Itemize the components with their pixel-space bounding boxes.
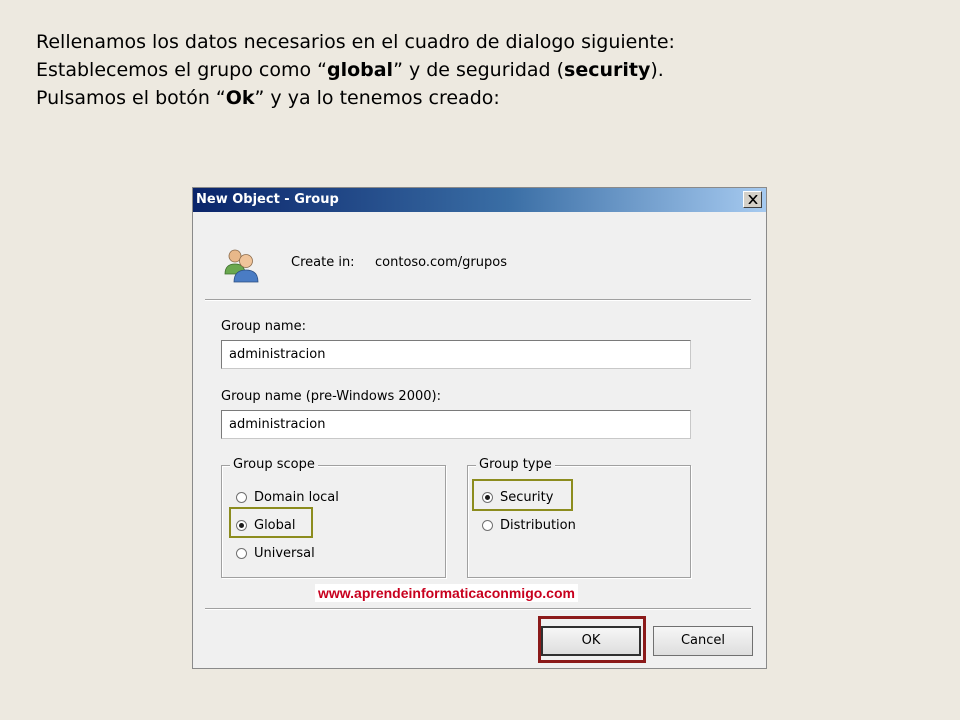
close-button[interactable]	[743, 191, 762, 208]
group-scope-legend: Group scope	[230, 456, 318, 474]
emphasis-security: security	[564, 59, 651, 81]
group-name-label: Group name:	[221, 319, 306, 334]
separator-top	[205, 299, 751, 301]
radio-distribution[interactable]: Distribution	[482, 518, 576, 533]
emphasis-global: global	[326, 59, 394, 81]
dialog-titlebar[interactable]: New Object - Group	[193, 188, 766, 212]
new-object-group-dialog: New Object - Group Create in: contoso.co…	[192, 187, 767, 669]
group-name-pre2000-label: Group name (pre-Windows 2000):	[221, 389, 441, 404]
radio-universal[interactable]: Universal	[236, 546, 315, 561]
group-users-icon	[224, 249, 259, 283]
radio-button-icon	[236, 492, 247, 503]
slide-instructions: Rellenamos los datos necesarios en el cu…	[36, 28, 675, 112]
group-name-pre2000-input[interactable]	[221, 410, 691, 439]
radio-domain-local[interactable]: Domain local	[236, 490, 339, 505]
group-name-input[interactable]	[221, 340, 691, 369]
instruction-line-3: Pulsamos el botón “Ok” y ya lo tenemos c…	[36, 87, 500, 109]
instruction-line-1: Rellenamos los datos necesarios en el cu…	[36, 31, 675, 53]
radio-button-icon	[482, 520, 493, 531]
highlight-global	[229, 507, 313, 538]
create-in-label: Create in:	[291, 255, 355, 270]
watermark: www.aprendeinformaticaconmigo.com	[315, 584, 578, 602]
group-type-legend: Group type	[476, 456, 555, 474]
highlight-ok	[538, 616, 646, 663]
close-icon	[748, 195, 758, 204]
highlight-security	[472, 479, 573, 511]
cancel-button[interactable]: Cancel	[653, 626, 753, 656]
separator-bottom	[205, 608, 751, 610]
create-in-value: contoso.com/grupos	[375, 255, 507, 270]
instruction-line-2: Establecemos el grupo como “global” y de…	[36, 59, 664, 81]
radio-button-icon	[236, 548, 247, 559]
dialog-title: New Object - Group	[196, 192, 339, 207]
emphasis-ok: Ok	[225, 87, 255, 109]
